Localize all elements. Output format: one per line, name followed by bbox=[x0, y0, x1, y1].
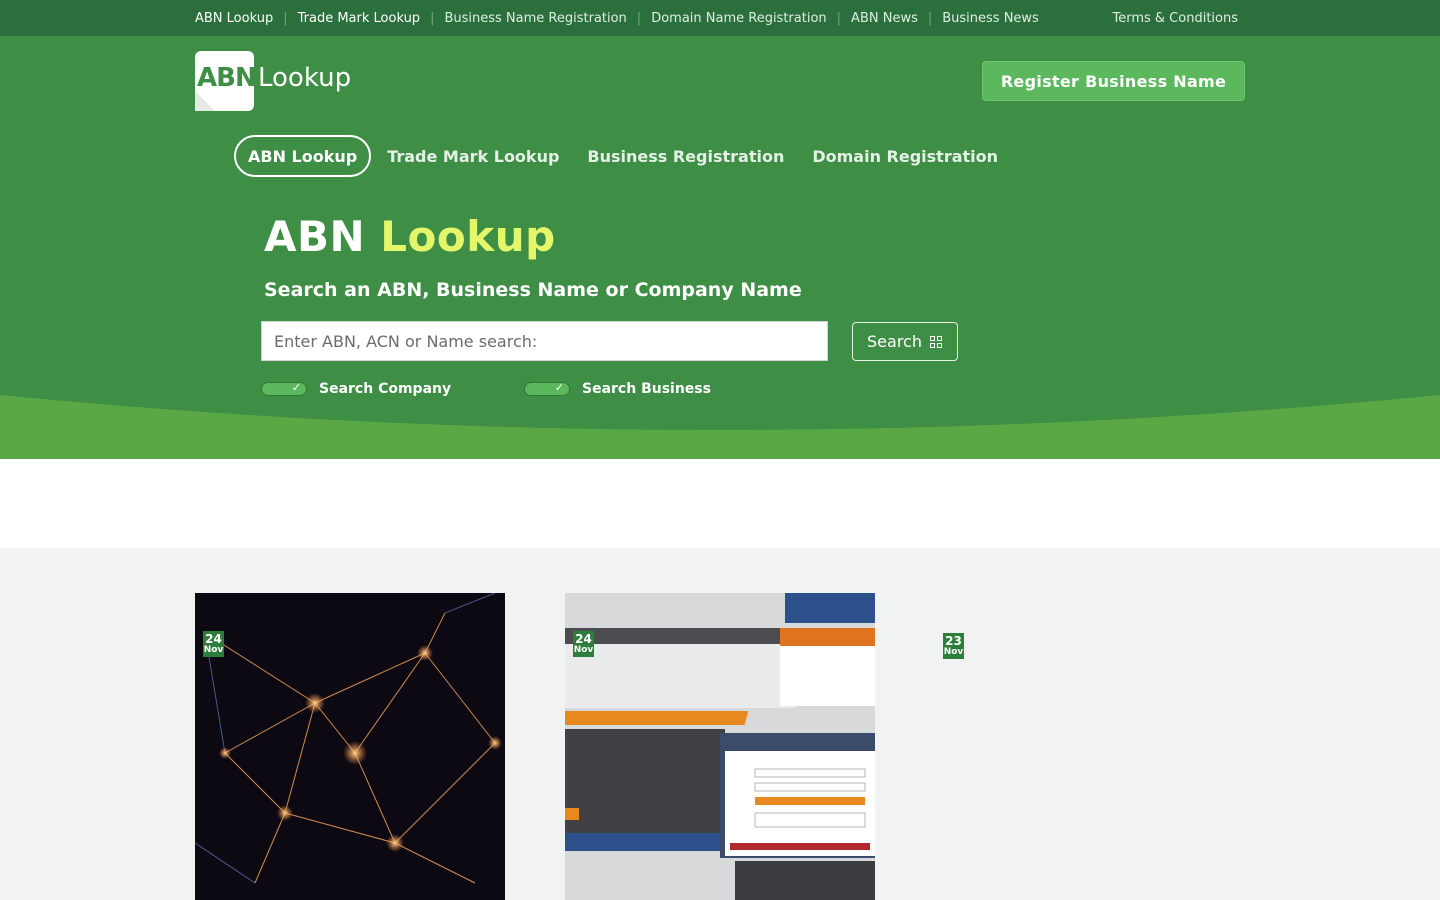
top-links: ABN Lookup | Trade Mark Lookup | Busines… bbox=[195, 0, 1039, 36]
date-month: Nov bbox=[573, 645, 594, 655]
divider: | bbox=[636, 10, 642, 26]
date-day: 24 bbox=[575, 632, 592, 646]
news-card[interactable]: 24 Nov bbox=[195, 593, 505, 900]
terms-link[interactable]: Terms & Conditions bbox=[1113, 0, 1239, 36]
news-image-network bbox=[195, 593, 505, 900]
date-badge: 24 Nov bbox=[203, 631, 224, 657]
date-badge: 23 Nov bbox=[943, 633, 964, 659]
check-icon: ✓ bbox=[554, 381, 564, 394]
logo-text-abn: ABN bbox=[197, 63, 257, 93]
nav-trade-mark-lookup[interactable]: Trade Mark Lookup bbox=[373, 135, 573, 177]
page-subtitle: Search an ABN, Business Name or Company … bbox=[264, 279, 802, 301]
main-nav: ABN Lookup Trade Mark Lookup Business Re… bbox=[234, 135, 1012, 177]
date-day: 23 bbox=[945, 634, 962, 648]
hero-wave bbox=[0, 395, 1440, 459]
search-input[interactable] bbox=[261, 321, 828, 361]
page-title: ABN Lookup bbox=[264, 212, 556, 261]
title-lookup: Lookup bbox=[380, 212, 556, 261]
toggle-label: Search Business bbox=[582, 381, 711, 397]
check-icon: ✓ bbox=[291, 381, 301, 394]
toplink-domain-name-registration[interactable]: Domain Name Registration bbox=[651, 11, 826, 26]
divider: | bbox=[430, 10, 435, 26]
toplink-business-news[interactable]: Business News bbox=[942, 11, 1039, 26]
divider: | bbox=[927, 10, 933, 26]
site-logo[interactable]: ABN Lookup bbox=[195, 51, 360, 111]
toggle-search-company[interactable]: ✓ Search Company bbox=[261, 381, 451, 397]
toplink-trade-mark-lookup[interactable]: Trade Mark Lookup bbox=[298, 11, 420, 26]
top-bar: ABN Lookup | Trade Mark Lookup | Busines… bbox=[0, 0, 1440, 36]
news-image-dashboard bbox=[565, 593, 875, 900]
toggle-search-business[interactable]: ✓ Search Business bbox=[524, 381, 711, 397]
search-button[interactable]: Search bbox=[852, 322, 958, 361]
toplink-abn-lookup[interactable]: ABN Lookup bbox=[195, 11, 273, 26]
date-month: Nov bbox=[943, 647, 964, 657]
divider: | bbox=[836, 10, 842, 26]
news-card[interactable]: 24 Nov bbox=[565, 593, 875, 900]
toggle-switch[interactable]: ✓ bbox=[524, 381, 570, 396]
nav-abn-lookup[interactable]: ABN Lookup bbox=[234, 135, 372, 177]
nav-domain-registration[interactable]: Domain Registration bbox=[798, 135, 1012, 177]
search-button-label: Search bbox=[867, 332, 922, 351]
news-card[interactable]: 23 Nov bbox=[935, 593, 1245, 900]
logo-text-lookup: Lookup bbox=[258, 63, 352, 93]
date-day: 24 bbox=[205, 632, 222, 646]
register-business-name-button[interactable]: Register Business Name bbox=[982, 61, 1245, 101]
toggle-switch[interactable]: ✓ bbox=[261, 381, 307, 396]
nav-business-registration[interactable]: Business Registration bbox=[573, 135, 798, 177]
date-badge: 24 Nov bbox=[573, 631, 594, 657]
date-month: Nov bbox=[203, 645, 224, 655]
toggle-label: Search Company bbox=[319, 381, 452, 397]
spacer-band bbox=[0, 459, 1440, 548]
logo-fold-icon bbox=[195, 91, 215, 111]
title-abn: ABN bbox=[264, 212, 366, 261]
toplink-abn-news[interactable]: ABN News bbox=[851, 11, 918, 26]
divider: | bbox=[283, 10, 288, 26]
grid-icon bbox=[929, 335, 943, 348]
hero-section: ABN Lookup Register Business Name ABN Lo… bbox=[0, 36, 1440, 459]
toplink-business-name-registration[interactable]: Business Name Registration bbox=[444, 11, 626, 26]
